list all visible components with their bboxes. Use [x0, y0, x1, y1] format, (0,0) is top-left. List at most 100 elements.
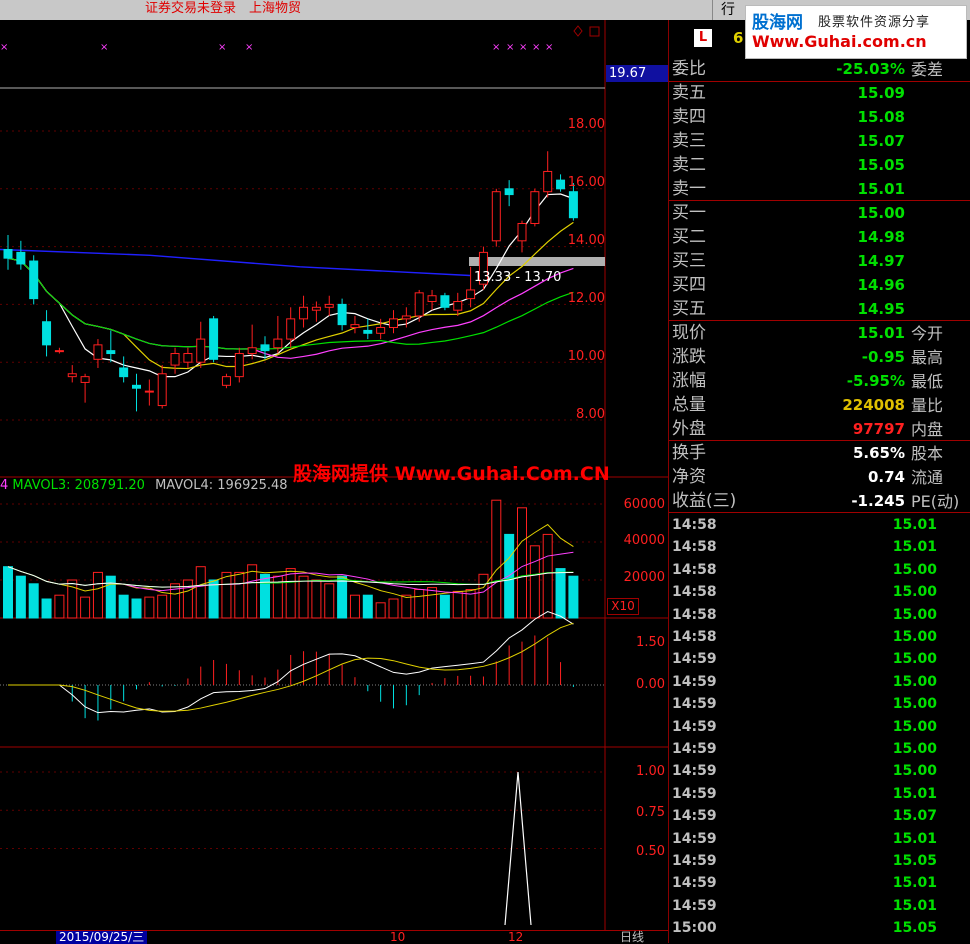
candle-body: [54, 350, 64, 353]
tick-row[interactable]: 14:58 15.00: [669, 627, 970, 649]
price-tick-label: 8.00: [576, 407, 605, 422]
sell-level-row[interactable]: 卖四 15.08: [669, 106, 970, 130]
tick-row[interactable]: 14:59 15.01: [669, 873, 970, 895]
stat-row[interactable]: 总量 224008 量比: [669, 394, 970, 418]
tick-time: 14:59: [672, 785, 717, 802]
stat-value: 224008: [842, 396, 905, 414]
buy-level-row[interactable]: 买二 14.98: [669, 226, 970, 250]
weibi-row[interactable]: 委比 -25.03% 委差: [669, 58, 970, 82]
macd-tick-label: 0.00: [636, 677, 665, 692]
volume-bar: [234, 571, 245, 619]
tick-row[interactable]: 14:59 15.00: [669, 761, 970, 783]
candle-body: [376, 327, 386, 334]
volume-bar: [285, 568, 296, 619]
tick-row[interactable]: 14:59 15.01: [669, 829, 970, 851]
tick-time: 14:59: [672, 718, 717, 735]
market-menu-button[interactable]: 行: [712, 0, 743, 20]
site-logo: 股海网 股票软件资源分享 Www.Guhai.com.cn: [745, 5, 967, 59]
fundamental-row[interactable]: 净资 0.74 流通: [669, 466, 970, 490]
price-tick-label: 18.00: [567, 117, 605, 132]
stat-label: 涨幅: [672, 371, 706, 391]
tick-time: 14:59: [672, 830, 717, 847]
tick-row[interactable]: 14:58 15.01: [669, 537, 970, 559]
buy-level-row[interactable]: 买三 14.97: [669, 250, 970, 274]
volume-bar: [80, 596, 91, 619]
price-tick-label: 14.00: [567, 233, 605, 248]
buy-level-row[interactable]: 买一 15.00: [669, 202, 970, 226]
tick-price: 15.00: [892, 584, 937, 601]
volume-bar: [517, 507, 527, 619]
candle-body: [324, 303, 334, 308]
indicator-tick-label: 0.50: [636, 844, 665, 859]
stat-label: 现价: [672, 323, 706, 343]
candle-body: [209, 318, 219, 360]
tick-price: 15.01: [892, 785, 937, 802]
stat-row[interactable]: 外盘 97797 内盘: [669, 418, 970, 442]
candle-body: [337, 303, 347, 326]
candle-body: [42, 321, 52, 346]
candle-body: [491, 191, 501, 242]
sell-level-row[interactable]: 卖五 15.09: [669, 82, 970, 106]
tick-time: 14:59: [672, 808, 717, 825]
tick-row[interactable]: 14:59 15.01: [669, 896, 970, 918]
candle-body: [350, 324, 360, 329]
tick-time: 14:58: [672, 629, 717, 645]
tick-row[interactable]: 14:59 15.07: [669, 806, 970, 828]
stat-value: 97797: [852, 420, 905, 438]
price-high-marker: 19.67: [606, 65, 668, 82]
sell-level-row[interactable]: 卖三 15.07: [669, 130, 970, 154]
sell-level-row[interactable]: 卖一 15.01: [669, 178, 970, 202]
tick-row[interactable]: 14:59 15.00: [669, 739, 970, 761]
volume-unit-badge[interactable]: X10: [607, 598, 639, 615]
volume-tick-label: 40000: [623, 533, 665, 548]
tick-row[interactable]: 14:59 15.01: [669, 784, 970, 806]
volume-bar: [375, 602, 386, 619]
signal-marker: ×: [545, 42, 553, 53]
volume-bar: [298, 575, 309, 619]
fundamental-value: 5.65%: [852, 444, 905, 462]
buy-level-row[interactable]: 买五 14.95: [669, 298, 970, 322]
volume-bar: [118, 594, 129, 619]
stock-code-badge[interactable]: L: [694, 29, 712, 47]
volume-bar: [337, 575, 348, 619]
buy-level-price: 14.95: [857, 300, 905, 318]
candle-body: [517, 222, 527, 242]
buy-level-row[interactable]: 买四 14.96: [669, 274, 970, 298]
period-label[interactable]: 日线: [620, 931, 644, 944]
candle-body: [440, 295, 450, 308]
volume-bar: [491, 499, 502, 619]
volume-bar: [504, 533, 515, 619]
stat-row[interactable]: 涨幅 -5.95% 最低: [669, 370, 970, 394]
candle-body: [530, 191, 540, 224]
tick-row[interactable]: 14:59 15.00: [669, 717, 970, 739]
stat-row[interactable]: 涨跌 -0.95 最高: [669, 346, 970, 370]
volume-tick-label: 60000: [623, 497, 665, 512]
fundamental-row[interactable]: 换手 5.65% 股本: [669, 442, 970, 466]
candle-body: [3, 248, 13, 259]
tick-price: 15.00: [892, 651, 937, 668]
tick-row[interactable]: 14:59 15.00: [669, 649, 970, 671]
price-range-label: 13.33 - 13.70: [474, 270, 562, 285]
tick-row[interactable]: 14:59 15.05: [669, 851, 970, 873]
tick-row[interactable]: 14:59 15.00: [669, 672, 970, 694]
signal-marker: ×: [100, 42, 108, 53]
tick-price: 15.00: [892, 606, 937, 623]
tick-row[interactable]: 14:59 15.00: [669, 694, 970, 716]
tick-row[interactable]: 14:58 15.00: [669, 560, 970, 582]
candle-body: [247, 347, 257, 355]
tick-row[interactable]: 14:58 15.00: [669, 582, 970, 604]
sell-level-row[interactable]: 卖二 15.05: [669, 154, 970, 178]
tick-time: 14:59: [672, 651, 717, 668]
fundamental-row[interactable]: 收益(三) -1.245 PE(动): [669, 490, 970, 514]
date-bar[interactable]: 2015/09/25/三 10 12 日线: [0, 930, 668, 944]
tick-row[interactable]: 14:58 15.01: [669, 515, 970, 537]
tick-time: 14:58: [672, 584, 717, 601]
weibi-label: 委比: [672, 59, 706, 79]
tick-row[interactable]: 15:00 15.05: [669, 918, 970, 940]
tick-time: 14:58: [672, 561, 717, 578]
price-range-band: [469, 257, 605, 266]
tick-row[interactable]: 14:58 15.00: [669, 605, 970, 627]
buy-level-price: 15.00: [857, 204, 905, 222]
quote-panel: 委比 -25.03% 委差 卖五 15.09 卖四 15.08 卖三 15.07 卖二 15.05 卖…: [668, 20, 970, 943]
stat-row[interactable]: 现价 15.01 今开: [669, 322, 970, 346]
